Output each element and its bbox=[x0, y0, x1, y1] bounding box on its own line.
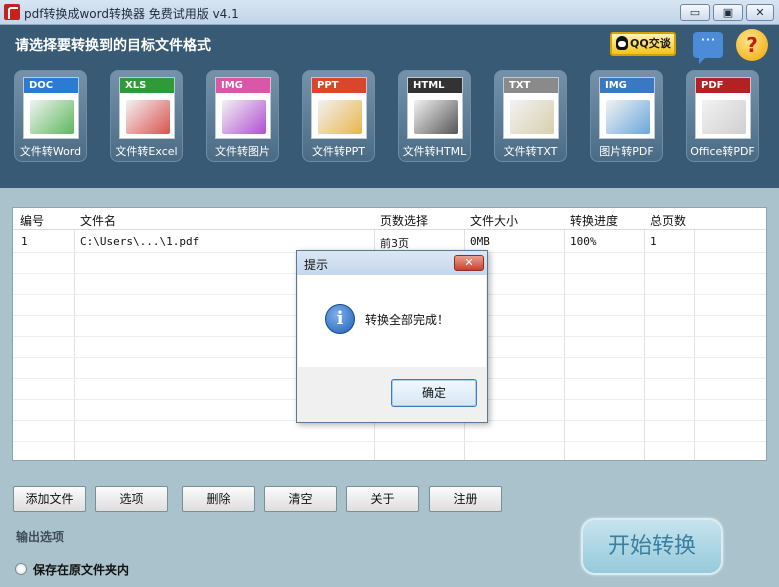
document-icon: IMG bbox=[599, 77, 655, 139]
document-icon: PDF bbox=[695, 77, 751, 139]
format-button-office-to-pdf[interactable]: PDF Office转PDF bbox=[686, 70, 759, 162]
clear-button[interactable]: 清空 bbox=[264, 486, 337, 512]
dialog-message: 转换全部完成！ bbox=[365, 313, 450, 327]
format-art-icon bbox=[318, 100, 362, 134]
column-header-progress[interactable]: 转换进度 bbox=[570, 212, 618, 229]
format-art-icon bbox=[702, 100, 746, 134]
format-button-image-to-pdf[interactable]: IMG 图片转PDF bbox=[590, 70, 663, 162]
maximize-button[interactable]: ▣ bbox=[713, 4, 743, 21]
chat-bubble-icon[interactable]: ··· bbox=[693, 32, 723, 64]
info-icon: i bbox=[325, 304, 355, 334]
qq-penguin-icon bbox=[616, 36, 628, 50]
document-icon: PPT bbox=[311, 77, 367, 139]
format-art-icon bbox=[126, 100, 170, 134]
format-art-icon bbox=[606, 100, 650, 134]
completion-dialog: 提示 ✕ i 转换全部完成！ 确定 bbox=[296, 250, 488, 423]
format-label: 文件转TXT bbox=[503, 145, 558, 158]
format-art-icon bbox=[222, 100, 266, 134]
format-tag: PDF bbox=[696, 78, 750, 93]
dialog-body: i 转换全部完成！ bbox=[298, 275, 486, 367]
format-button-to-ppt[interactable]: PPT 文件转PPT bbox=[302, 70, 375, 162]
format-label: Office转PDF bbox=[690, 145, 755, 158]
format-tag: IMG bbox=[216, 78, 270, 93]
format-label: 文件转PPT bbox=[312, 145, 365, 158]
dialog-title-bar[interactable]: 提示 ✕ bbox=[297, 251, 487, 275]
app-icon bbox=[4, 4, 20, 20]
cell-progress: 100% bbox=[570, 235, 597, 248]
format-tag: HTML bbox=[408, 78, 462, 93]
add-file-button[interactable]: 添加文件 bbox=[13, 486, 86, 512]
cell-size: 0MB bbox=[470, 235, 490, 248]
window-title: pdf转换成word转换器 免费试用版 v4.1 bbox=[24, 7, 239, 21]
format-tag: DOC bbox=[24, 78, 78, 93]
close-button[interactable]: ✕ bbox=[746, 4, 774, 21]
same-folder-label[interactable]: 保存在原文件夹内 bbox=[33, 561, 129, 578]
column-header-index[interactable]: 编号 bbox=[20, 212, 44, 229]
options-button[interactable]: 选项 bbox=[95, 486, 168, 512]
dialog-title: 提示 bbox=[304, 258, 329, 272]
register-button[interactable]: 注册 bbox=[429, 486, 502, 512]
cell-filename: C:\Users\...\1.pdf bbox=[80, 235, 200, 248]
format-button-to-word[interactable]: DOC 文件转Word bbox=[14, 70, 87, 162]
about-button[interactable]: 关于 bbox=[346, 486, 419, 512]
dialog-close-button[interactable]: ✕ bbox=[454, 255, 484, 271]
format-button-to-excel[interactable]: XLS 文件转Excel bbox=[110, 70, 183, 162]
document-icon: HTML bbox=[407, 77, 463, 139]
format-tag: IMG bbox=[600, 78, 654, 93]
format-label: 文件转Word bbox=[19, 145, 82, 158]
dialog-ok-button[interactable]: 确定 bbox=[391, 379, 477, 407]
table-header: 编号 文件名 页数选择 文件大小 转换进度 总页数 bbox=[13, 208, 766, 230]
help-icon[interactable]: ? bbox=[736, 29, 768, 61]
column-header-size[interactable]: 文件大小 bbox=[470, 212, 518, 229]
start-convert-button[interactable]: 开始转换 bbox=[581, 518, 723, 575]
format-prompt: 请选择要转换到的目标文件格式 bbox=[15, 38, 211, 54]
document-icon: IMG bbox=[215, 77, 271, 139]
format-label: 文件转图片 bbox=[215, 145, 270, 158]
document-icon: XLS bbox=[119, 77, 175, 139]
document-icon: DOC bbox=[23, 77, 79, 139]
delete-button[interactable]: 删除 bbox=[182, 486, 255, 512]
format-tag: PPT bbox=[312, 78, 366, 93]
format-label: 文件转HTML bbox=[402, 145, 467, 158]
format-button-to-image[interactable]: IMG 文件转图片 bbox=[206, 70, 279, 162]
format-tag: TXT bbox=[504, 78, 558, 93]
same-folder-radio[interactable] bbox=[15, 563, 27, 575]
format-art-icon bbox=[414, 100, 458, 134]
qq-chat-button[interactable]: QQ交谈 bbox=[610, 32, 676, 56]
column-header-pages[interactable]: 页数选择 bbox=[380, 212, 428, 229]
cell-index: 1 bbox=[21, 235, 28, 248]
cell-total-pages: 1 bbox=[650, 235, 657, 248]
output-options-title: 输出选项 bbox=[16, 530, 65, 544]
format-label: 图片转PDF bbox=[599, 145, 654, 158]
cell-pages: 前3页 bbox=[380, 237, 409, 250]
format-header: 请选择要转换到的目标文件格式 QQ交谈 ··· ? DOC 文件转Word XLS 文… bbox=[0, 25, 779, 188]
format-art-icon bbox=[510, 100, 554, 134]
format-tag: XLS bbox=[120, 78, 174, 93]
column-header-filename[interactable]: 文件名 bbox=[80, 212, 116, 229]
format-button-to-txt[interactable]: TXT 文件转TXT bbox=[494, 70, 567, 162]
format-label: 文件转Excel bbox=[115, 145, 178, 158]
document-icon: TXT bbox=[503, 77, 559, 139]
column-header-total-pages[interactable]: 总页数 bbox=[650, 212, 686, 229]
format-button-to-html[interactable]: HTML 文件转HTML bbox=[398, 70, 471, 162]
minimize-button[interactable]: ▭ bbox=[680, 4, 710, 21]
qq-chat-label: QQ交谈 bbox=[630, 37, 671, 50]
title-bar: pdf转换成word转换器 免费试用版 v4.1 ▭ ▣ ✕ bbox=[0, 0, 779, 25]
format-art-icon bbox=[30, 100, 74, 134]
